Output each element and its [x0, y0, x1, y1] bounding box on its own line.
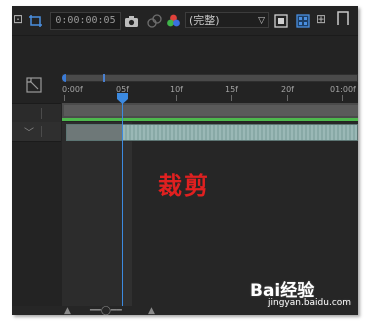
- watermark-url: jingyan.baidu.com: [268, 298, 352, 308]
- resolution-dropdown[interactable]: (完整) ▽: [185, 12, 269, 28]
- render-cache-indicator: [62, 118, 358, 121]
- current-time-display[interactable]: 0:00:00:05: [50, 12, 121, 30]
- trimmed-segment[interactable]: [67, 125, 123, 140]
- viewer-toolbar: ⊡ 0:00:00:05 (完整) ▽ ⊞: [12, 6, 358, 36]
- comp-flowchart-icon[interactable]: [26, 77, 42, 97]
- time-ruler[interactable]: 0:00f 05f 10f 15f 20f 01:00f: [62, 82, 358, 102]
- after-effects-timeline-panel: ⊡ 0:00:00:05 (完整) ▽ ⊞ ﹀ 0:00f 05f 10f 15…: [12, 6, 358, 315]
- ruler-tick: [231, 95, 232, 101]
- zoom-out-icon[interactable]: ▲: [64, 306, 71, 315]
- time-navigator-bar[interactable]: [63, 75, 357, 81]
- playhead-shadow: [123, 142, 132, 315]
- ruler-tick: [176, 95, 177, 101]
- ruler-label: 0:00f: [62, 85, 83, 94]
- expand-chevron-icon[interactable]: ﹀: [24, 124, 34, 139]
- chevron-down-icon: ▽: [258, 16, 265, 26]
- layer-row[interactable]: ﹀: [12, 122, 61, 142]
- zoom-slider[interactable]: ━━◯━━: [90, 306, 122, 315]
- playhead-handle-icon[interactable]: [116, 90, 129, 109]
- color-channel-icon[interactable]: [166, 13, 181, 32]
- camera-snapshot-icon[interactable]: [124, 13, 139, 32]
- time-navigator[interactable]: [62, 74, 358, 82]
- ruler-label: 20f: [281, 85, 294, 94]
- transparency-grid-icon[interactable]: [296, 13, 310, 32]
- work-area-fill: [64, 105, 358, 116]
- work-area-bar[interactable]: [62, 103, 358, 118]
- baidu-watermark: Bai经验 jingyan.baidu.com: [250, 276, 352, 316]
- layer-duration-bar[interactable]: [66, 124, 358, 141]
- column-divider: [41, 126, 42, 137]
- time-navigator-marker: [103, 74, 105, 82]
- ruler-label: 15f: [225, 85, 238, 94]
- crop-annotation: 裁剪: [158, 171, 210, 200]
- region-toggle-icon[interactable]: [274, 13, 288, 32]
- ruler-label: 10f: [170, 85, 183, 94]
- time-navigator-start-handle[interactable]: [62, 74, 66, 82]
- toolbar-separator: [12, 35, 358, 36]
- playhead-line[interactable]: [122, 96, 123, 315]
- snapshot-toggle-icon[interactable]: ⊡: [13, 12, 23, 26]
- ruler-label: 01:00f: [330, 85, 356, 94]
- region-of-interest-icon[interactable]: [28, 13, 44, 32]
- column-divider: [41, 108, 42, 119]
- show-mask-icon[interactable]: [147, 13, 162, 32]
- ruler-tick: [287, 95, 288, 101]
- ruler-tick: [342, 95, 343, 101]
- view-options-icon[interactable]: [336, 10, 350, 30]
- ruler-tick: [64, 95, 65, 101]
- resolution-value: (完整): [189, 14, 220, 27]
- guides-icon[interactable]: ⊞: [316, 12, 326, 26]
- layer-header-row: [12, 103, 61, 124]
- zoom-in-icon[interactable]: ▲: [148, 306, 155, 315]
- active-segment[interactable]: [123, 125, 357, 140]
